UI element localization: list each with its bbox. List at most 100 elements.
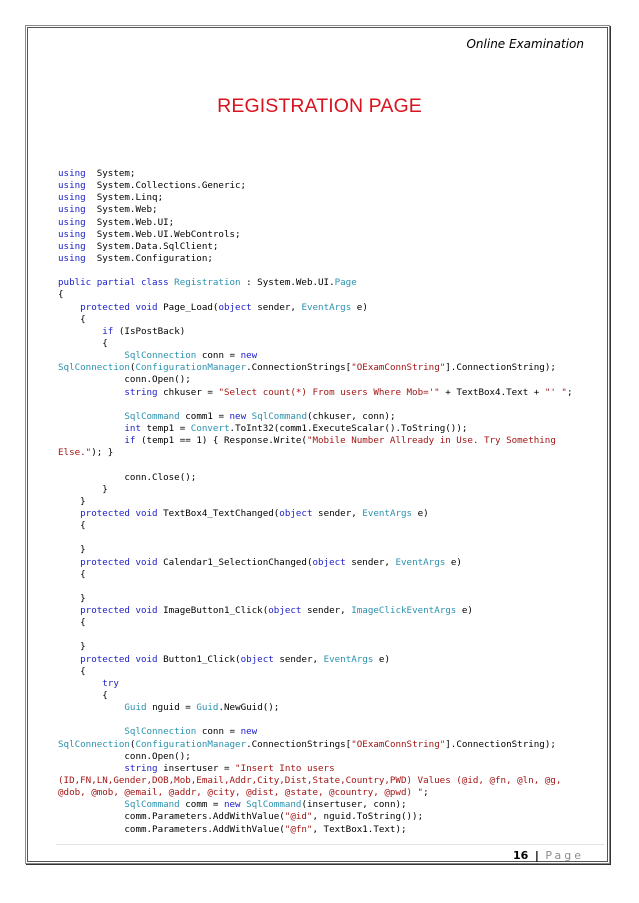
code-type: ConfigurationManager [135,362,247,374]
code-text: { [58,313,86,325]
code-text: } [58,544,86,556]
code-line: } [58,484,603,496]
code-text: { [58,617,86,629]
code-string: "@id" [284,811,313,823]
code-keyword: new [240,726,258,738]
code-line: using System.Data.SqlClient; [58,241,603,253]
code-keyword: using [58,192,86,204]
code-line: { [58,520,603,532]
footer-separator: | [534,849,539,862]
code-text: sender, [301,605,352,617]
code-text: System.Linq; [85,192,164,204]
code-type: SqlCommand [240,799,302,811]
code-line: (ID,FN,LN,Gender,DOB,Mob,Email,Addr,City… [58,775,603,787]
code-keyword: try [102,677,119,689]
code-string: "OExamConnString" [351,738,446,750]
code-text: { [58,337,108,349]
code-text: } [58,483,108,495]
code-text: .ConnectionStrings[ [246,738,352,750]
code-text: } [58,495,86,507]
code-text: sender, [312,507,363,519]
code-type: SqlCommand [124,410,180,422]
code-text: + TextBox4.Text + [439,386,545,398]
code-text: ].ConnectionString); [445,738,556,750]
code-type: SqlCommand [246,410,307,422]
code-line: conn.Close(); [58,472,603,484]
code-line: { [58,314,603,326]
footer-divider [56,844,604,845]
code-keyword: if [102,325,114,337]
code-text: .NewGuid(); [218,702,280,714]
code-text: conn.Open(); [58,750,191,762]
code-text: e) [373,653,390,665]
code-text: e) [412,507,429,519]
code-text: System.Data.SqlClient; [85,240,219,252]
code-text: .ConnectionStrings[ [246,362,352,374]
code-text: comm.Parameters.AddWithValue( [58,823,285,835]
code-keyword: using [58,252,86,264]
code-text: ; [566,386,573,398]
code-line: SqlCommand comm1 = new SqlCommand(chkuse… [58,411,603,423]
code-line: SqlConnection conn = new [58,726,603,738]
code-text: conn = [196,726,241,738]
code-type: Guid [196,702,219,714]
code-text: : System.Web.UI. [240,277,335,289]
code-text: { [58,665,86,677]
code-text: ); } [91,447,114,459]
page-label: Page [545,849,584,862]
code-keyword: new [240,350,258,362]
code-text: { [58,520,86,532]
code-line: { [58,569,603,581]
page-footer: 16 | Page [513,849,584,862]
code-line: int temp1 = Convert.ToInt32(comm1.Execut… [58,423,603,435]
code-type: EventArgs [323,653,374,665]
code-text: } [58,641,86,653]
code-line: conn.Open(); [58,374,603,386]
code-text: comm = [179,799,224,811]
code-string: "Select count(*) From users Where Mob='" [218,386,440,398]
code-line: protected void TextBox4_TextChanged(obje… [58,508,603,520]
code-keyword: using [58,180,86,192]
code-text: comm.Parameters.AddWithValue( [58,811,285,823]
code-keyword: public partial class [58,277,169,289]
code-type: SqlConnection [124,726,197,738]
code-text: System.Collections.Generic; [85,180,247,192]
code-line: try [58,678,603,690]
code-keyword: object [279,507,313,519]
code-text: (chkuser, conn); [306,410,396,422]
code-text: System.Configuration; [85,252,213,264]
code-keyword: using [58,216,86,228]
code-string: "' " [544,386,567,398]
code-text: Page_Load( [157,301,219,313]
code-text: System.Web.UI.WebControls; [85,228,241,240]
code-line: string chkuser = "Select count(*) From u… [58,387,603,399]
code-type: SqlConnection [124,350,197,362]
code-keyword: new [229,410,247,422]
code-line: using System.Linq; [58,192,603,204]
code-type: EventArgs [301,301,352,313]
code-line: protected void ImageButton1_Click(object… [58,605,603,617]
code-text: sender, [345,556,396,568]
code-type: Convert [190,422,230,434]
code-line: protected void Button1_Click(object send… [58,654,603,666]
code-text: e) [351,301,368,313]
code-line: SqlConnection(ConfigurationManager.Conne… [58,739,603,751]
code-line: protected void Page_Load(object sender, … [58,302,603,314]
code-text: { [58,690,108,702]
code-text: System.Web.UI; [85,216,175,228]
code-type: EventArgs [362,507,413,519]
code-line: } [58,641,603,653]
